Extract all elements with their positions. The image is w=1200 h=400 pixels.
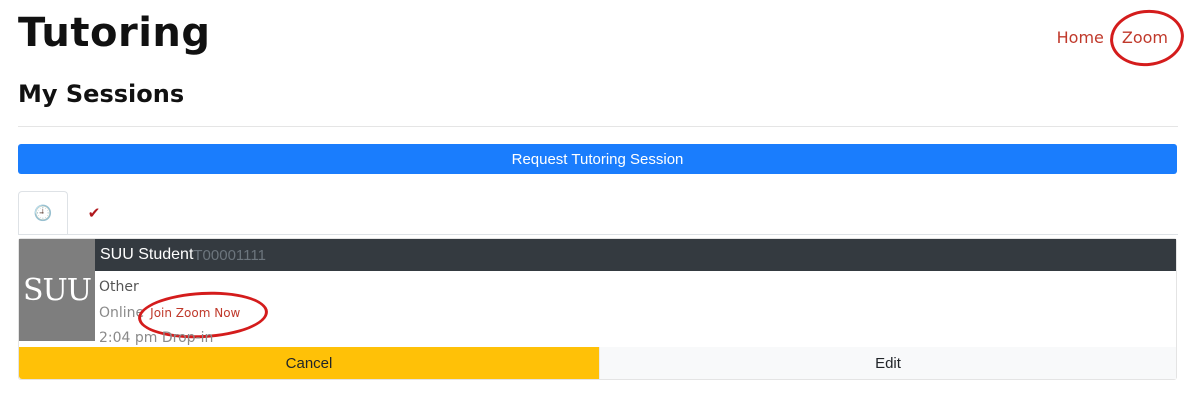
- top-nav: Home Zoom: [1057, 6, 1187, 70]
- session-location-row: Online Join Zoom Now: [99, 288, 270, 342]
- clock-icon: 🕘: [33, 204, 53, 222]
- student-name: SUU Student: [100, 246, 194, 263]
- checkmark-icon: ✔: [87, 204, 101, 222]
- session-subject: Other: [99, 279, 139, 295]
- nav-zoom-link[interactable]: Zoom: [1122, 28, 1168, 47]
- header-divider: [18, 126, 1178, 127]
- edit-button[interactable]: Edit: [599, 347, 1176, 379]
- session-location: Online: [99, 305, 145, 321]
- join-zoom-label: Join Zoom Now: [150, 306, 241, 320]
- tab-completed[interactable]: ✔: [68, 191, 120, 235]
- session-card: SUU SUU Student T00001111 Other Online Jo…: [18, 238, 1177, 380]
- student-name-bar: SUU Student T00001111: [95, 239, 1176, 271]
- nav-zoom-wrapper: Zoom: [1107, 6, 1187, 70]
- request-session-button[interactable]: Request Tutoring Session: [18, 144, 1177, 174]
- suu-logo: SUU: [19, 239, 95, 341]
- card-actions: Cancel Edit: [19, 347, 1176, 379]
- tab-upcoming[interactable]: 🕘: [18, 191, 68, 235]
- session-tabs: 🕘 ✔: [18, 191, 120, 235]
- join-zoom-link[interactable]: Join Zoom Now: [137, 288, 270, 342]
- cancel-button[interactable]: Cancel: [19, 347, 599, 379]
- tabs-underline: [18, 234, 1178, 235]
- page-title: Tutoring: [18, 10, 211, 56]
- student-id: T00001111: [193, 246, 266, 264]
- section-title: My Sessions: [18, 80, 185, 108]
- nav-home-link[interactable]: Home: [1057, 28, 1104, 47]
- session-time: 2:04 pm Drop-in: [99, 330, 214, 346]
